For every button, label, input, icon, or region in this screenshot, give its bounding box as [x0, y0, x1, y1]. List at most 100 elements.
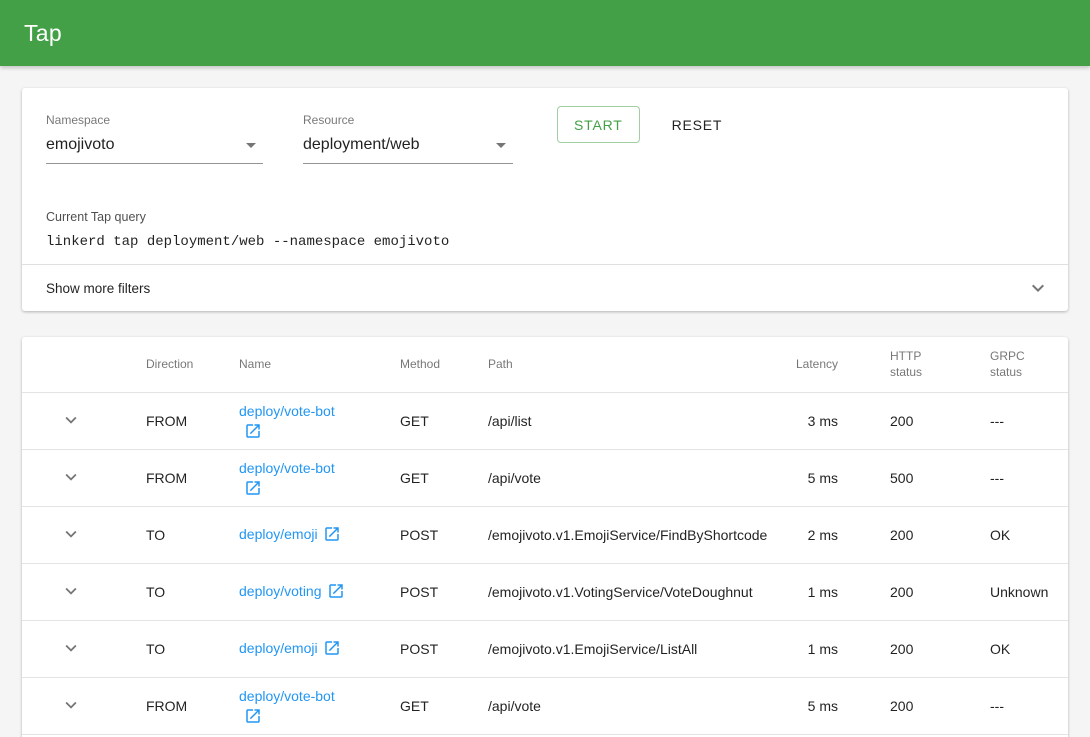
http-status-cell: 500 [838, 449, 990, 506]
expand-row-button[interactable] [59, 465, 83, 489]
start-button[interactable]: START [557, 106, 640, 143]
resource-link[interactable]: deploy/emoji [239, 640, 318, 656]
expand-row-button[interactable] [59, 636, 83, 660]
dropdown-arrow-icon [489, 133, 513, 157]
name-cell: deploy/vote-bot [239, 392, 400, 449]
resource-link[interactable]: deploy/vote-bot [239, 403, 335, 419]
path-cell: /emojivoto.v1.EmojiService/ListAll [488, 620, 758, 677]
reset-button[interactable]: RESET [660, 106, 735, 143]
chevron-down-icon [60, 580, 82, 602]
latency-cell: 5 ms [758, 677, 838, 734]
tap-table-body: FROM deploy/vote-bot GET /api/list 3 ms … [22, 392, 1068, 734]
http-status-column-header: HTTP status [838, 337, 990, 392]
resource-link[interactable]: deploy/vote-bot [239, 460, 335, 476]
chevron-down-icon [60, 466, 82, 488]
http-status-cell: 200 [838, 392, 990, 449]
direction-cell: FROM [146, 392, 239, 449]
latency-cell: 1 ms [758, 563, 838, 620]
open-in-new-icon[interactable] [244, 422, 262, 440]
method-column-header: Method [400, 337, 488, 392]
grpc-status-cell: --- [990, 677, 1068, 734]
path-cell: /api/list [488, 392, 758, 449]
path-cell: /emojivoto.v1.VotingService/VoteDoughnut [488, 563, 758, 620]
table-row: FROM deploy/vote-bot GET /api/vote 5 ms … [22, 449, 1068, 506]
expand-column-header [22, 337, 146, 392]
namespace-value: emojivoto [46, 136, 114, 154]
tap-results-table: Direction Name Method Path Latency HTTP … [22, 337, 1068, 735]
resource-select-group: Resource deployment/web [303, 113, 513, 164]
grpc-status-cell: --- [990, 449, 1068, 506]
name-cell: deploy/emoji [239, 620, 400, 677]
table-row: FROM deploy/vote-bot GET /api/vote 5 ms … [22, 677, 1068, 734]
resource-value: deployment/web [303, 136, 420, 154]
path-column-header: Path [488, 337, 758, 392]
namespace-label: Namespace [46, 113, 263, 127]
direction-cell: TO [146, 563, 239, 620]
chevron-down-icon [1026, 276, 1050, 300]
open-in-new-icon[interactable] [244, 707, 262, 725]
resource-label: Resource [303, 113, 513, 127]
method-cell: POST [400, 506, 488, 563]
namespace-select[interactable]: emojivoto [46, 133, 263, 164]
expand-row-button[interactable] [59, 522, 83, 546]
method-cell: GET [400, 449, 488, 506]
latency-column-header: Latency [758, 337, 838, 392]
tap-query-value: linkerd tap deployment/web --namespace e… [46, 234, 1044, 264]
direction-cell: FROM [146, 449, 239, 506]
expand-row-button[interactable] [59, 408, 83, 432]
namespace-select-group: Namespace emojivoto [46, 113, 263, 164]
direction-cell: TO [146, 506, 239, 563]
expand-row-button[interactable] [59, 693, 83, 717]
http-status-cell: 200 [838, 563, 990, 620]
table-row: TO deploy/emoji POST /emojivoto.v1.Emoji… [22, 620, 1068, 677]
latency-cell: 5 ms [758, 449, 838, 506]
direction-cell: FROM [146, 677, 239, 734]
chevron-down-icon [60, 523, 82, 545]
open-in-new-icon[interactable] [323, 525, 341, 543]
chevron-down-icon [60, 409, 82, 431]
table-header-row: Direction Name Method Path Latency HTTP … [22, 337, 1068, 392]
app-header: Tap [0, 0, 1090, 66]
path-cell: /api/vote [488, 677, 758, 734]
http-status-cell: 200 [838, 677, 990, 734]
open-in-new-icon[interactable] [327, 582, 345, 600]
grpc-status-column-header: GRPC status [990, 337, 1068, 392]
latency-cell: 1 ms [758, 620, 838, 677]
method-cell: GET [400, 392, 488, 449]
open-in-new-icon[interactable] [323, 639, 341, 657]
filters-row: Namespace emojivoto Resource deployment/… [22, 88, 1068, 164]
tap-results-card: Direction Name Method Path Latency HTTP … [22, 337, 1068, 737]
open-in-new-icon[interactable] [244, 479, 262, 497]
method-cell: POST [400, 563, 488, 620]
latency-cell: 3 ms [758, 392, 838, 449]
grpc-status-cell: --- [990, 392, 1068, 449]
page-title: Tap [24, 20, 62, 47]
table-row: TO deploy/emoji POST /emojivoto.v1.Emoji… [22, 506, 1068, 563]
name-cell: deploy/vote-bot [239, 449, 400, 506]
table-row: FROM deploy/vote-bot GET /api/list 3 ms … [22, 392, 1068, 449]
http-status-cell: 200 [838, 506, 990, 563]
resource-link[interactable]: deploy/vote-bot [239, 688, 335, 704]
direction-column-header: Direction [146, 337, 239, 392]
resource-link[interactable]: deploy/emoji [239, 526, 318, 542]
direction-cell: TO [146, 620, 239, 677]
expand-row-button[interactable] [59, 579, 83, 603]
show-more-filters-label: Show more filters [46, 281, 150, 296]
show-more-filters-toggle[interactable]: Show more filters [22, 265, 1068, 311]
http-status-cell: 200 [838, 620, 990, 677]
chevron-down-icon [60, 637, 82, 659]
chevron-down-icon [60, 694, 82, 716]
method-cell: GET [400, 677, 488, 734]
resource-select[interactable]: deployment/web [303, 133, 513, 164]
name-column-header: Name [239, 337, 400, 392]
tap-filters-card: Namespace emojivoto Resource deployment/… [22, 88, 1068, 311]
tap-query-block: Current Tap query linkerd tap deployment… [22, 210, 1068, 264]
grpc-status-cell: OK [990, 620, 1068, 677]
grpc-status-cell: Unknown [990, 563, 1068, 620]
tap-query-label: Current Tap query [46, 210, 1044, 224]
dropdown-arrow-icon [239, 133, 263, 157]
latency-cell: 2 ms [758, 506, 838, 563]
name-cell: deploy/voting [239, 563, 400, 620]
resource-link[interactable]: deploy/voting [239, 583, 322, 599]
name-cell: deploy/emoji [239, 506, 400, 563]
